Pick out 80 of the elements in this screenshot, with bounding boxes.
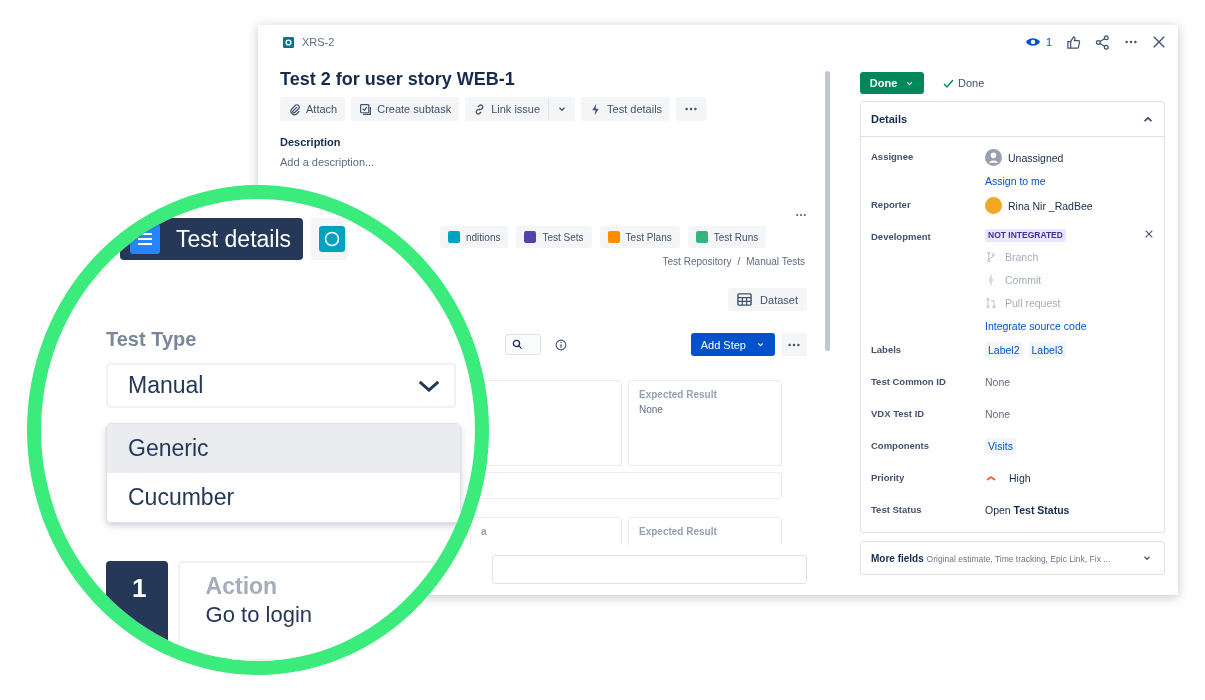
table-icon [737,292,753,307]
priority-value: High [1009,471,1031,486]
globe-icon [319,226,346,252]
dropdown-button[interactable] [548,97,576,121]
issue-title: Test 2 for user story WEB-1 [280,68,516,91]
watcher-count[interactable]: 1 [1045,36,1052,48]
tag[interactable]: Label2 [985,342,1023,358]
close-icon [1152,35,1166,49]
cell-heading: Expected Result [639,526,718,537]
field-label: Assignee [871,150,915,164]
test-tab[interactable]: nditions [440,226,509,248]
status-button[interactable]: Done [860,72,924,94]
search-icon [512,339,523,350]
field-label: Test Common ID [871,375,947,389]
test-tab[interactable]: Test Sets [516,226,592,248]
step-input-field[interactable] [492,555,807,584]
search-field[interactable] [505,334,541,355]
action-heading: Action [205,573,279,600]
more-button[interactable] [781,333,807,356]
field-label: Reporter [871,198,912,212]
field-label: Labels [871,343,903,357]
breadcrumb-item[interactable]: Manual Tests [746,255,805,269]
field-value: None [985,407,1011,422]
menu-option[interactable]: Generic [107,424,460,474]
tag[interactable]: Visits [985,438,1016,454]
list-icon [130,224,160,254]
status-lozenge: NOT INTEGRATED [985,229,1066,242]
resolution: Done [958,77,985,89]
test-tab[interactable]: Test Runs [687,226,767,248]
menu-option[interactable]: Cucumber [107,473,460,522]
field-label: VDX Test ID [871,407,926,421]
description-label: Description [280,135,342,149]
chevron-up-icon[interactable] [1144,116,1152,122]
details-title[interactable]: Details [871,113,908,125]
toolbar-button[interactable]: Attach [280,97,346,121]
field-label: Development [871,230,932,244]
tag[interactable]: Label3 [1028,342,1067,358]
test-tab[interactable]: Test Plans [599,226,680,248]
chevron-down-icon [756,340,765,349]
action-text: Go to login [205,602,313,628]
issue-type-icon [283,36,294,48]
cell-heading: Expected Result [639,389,718,400]
thumbs-up-icon [1066,34,1081,50]
field-label: Test Status [871,503,923,517]
field-label: Components [871,439,931,453]
tab[interactable] [311,218,348,260]
add-step-button[interactable]: Add Step [690,333,775,356]
info-icon [555,338,567,351]
cell-heading: a [481,526,488,537]
assign-to-me-link[interactable]: Assign to me [985,173,1046,189]
checkbox-icon [359,102,373,116]
close-icon [1144,229,1154,239]
reporter-value: Rina Nir _RadBee [1008,198,1093,214]
breadcrumb-item[interactable]: / [737,255,741,269]
test-type-select[interactable]: Manual [106,363,456,409]
branch-icon [985,251,997,263]
toolbar-button[interactable]: Link issue [465,97,549,121]
share-icon [1095,34,1110,50]
avatar [985,197,1002,214]
pull-request-icon [985,297,997,309]
field-label: Priority [871,471,906,485]
description-field[interactable]: Add a description... [280,155,825,169]
more-button[interactable] [676,97,707,121]
dataset-button[interactable]: Dataset [728,288,807,311]
cell-value: None [639,404,664,415]
paperclip-icon [288,102,301,116]
issue-key[interactable]: XRS-2 [302,36,335,48]
toolbar-button[interactable]: Create subtask [351,97,460,121]
test-details-tab[interactable]: Test details [120,218,304,260]
scrollbar[interactable] [825,71,830,351]
toolbar-button[interactable]: Test details [581,97,671,121]
chevron-down-icon [418,379,440,392]
integrate-link[interactable]: Integrate source code [985,318,1087,334]
check-icon [942,77,954,89]
field-value: Open Test Status [985,503,1070,518]
test-type-label: Test Type [106,328,198,351]
user-icon [985,149,1002,166]
breadcrumb-item[interactable]: Test Repository [662,255,732,269]
assignee-value: Unassigned [1008,150,1064,166]
field-value: None [985,375,1011,390]
